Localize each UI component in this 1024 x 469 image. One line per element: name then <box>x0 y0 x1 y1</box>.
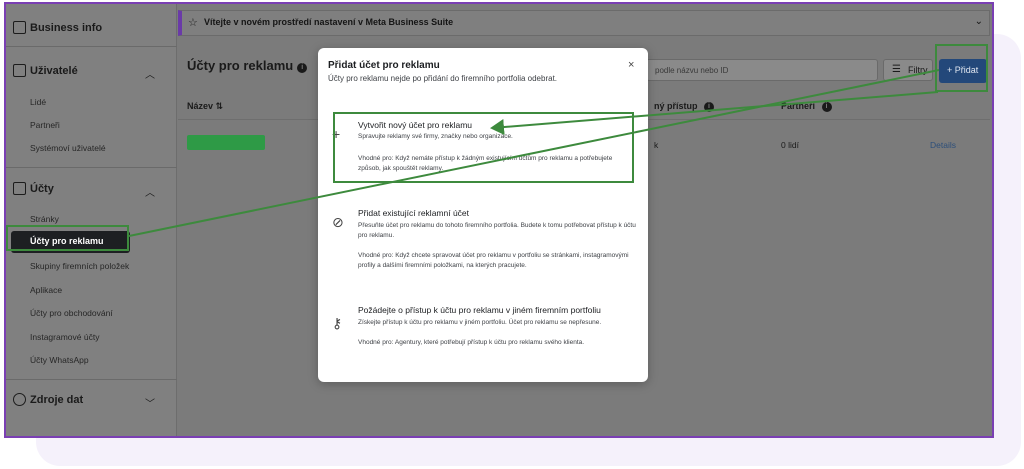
annotation-arrows <box>128 69 940 237</box>
arrow-to-create-option <box>490 91 939 136</box>
connector-line <box>128 69 940 237</box>
